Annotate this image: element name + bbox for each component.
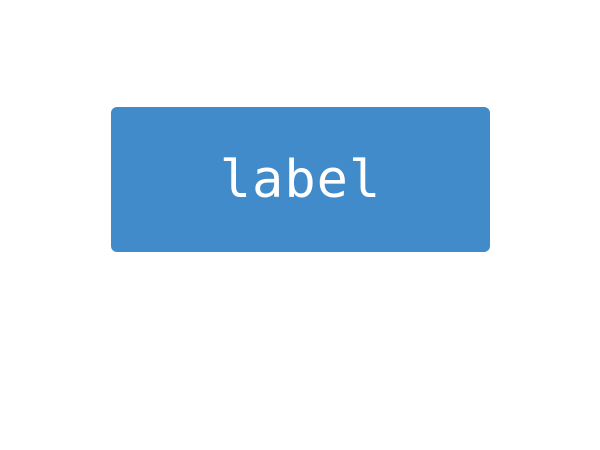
canvas: label [0, 0, 600, 450]
button-label: label [219, 149, 382, 210]
label-button[interactable]: label [111, 107, 490, 252]
